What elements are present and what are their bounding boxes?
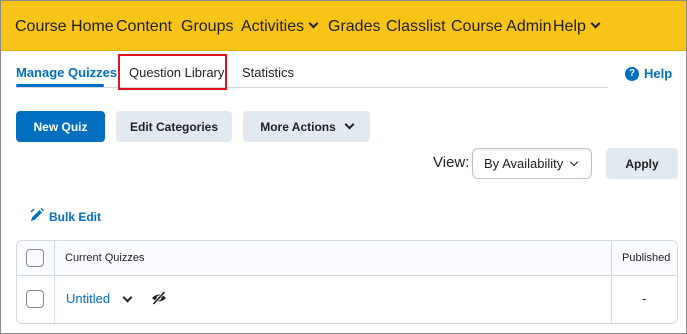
nav-groups[interactable]: Groups [181,17,233,37]
header-published: Published [622,252,671,264]
nav-grades[interactable]: Grades [328,17,380,37]
course-navbar: Course Home Content Groups Activities Gr… [1,1,686,51]
nav-activities-label: Activities [241,18,305,35]
published-status: - [642,291,647,306]
nav-help[interactable]: Help [553,17,601,37]
chevron-down-icon [590,18,601,29]
new-quiz-button[interactable]: New Quiz [16,111,105,142]
question-circle-icon: ? [625,66,639,81]
tab-statistics[interactable]: Statistics [242,65,294,80]
edit-categories-button[interactable]: Edit Categories [116,111,232,142]
tab-manage-quizzes[interactable]: Manage Quizzes [16,65,117,80]
column-divider [611,241,612,323]
nav-activities[interactable]: Activities [241,17,319,37]
row-checkbox[interactable] [26,290,44,308]
nav-classlist[interactable]: Classlist [386,17,446,37]
nav-help-label: Help [553,18,586,35]
chevron-down-icon [569,157,579,167]
question-library-highlight [118,54,227,90]
bulk-edit-label: Bulk Edit [49,209,102,224]
view-label: View: [433,154,470,171]
chevron-down-icon[interactable] [122,292,133,303]
quizzes-table: Current Quizzes Published Untitled - [16,240,678,324]
view-selected-value: By Availability [484,156,564,171]
help-label: Help [644,66,673,81]
apply-button[interactable]: Apply [606,148,678,179]
quiz-link-untitled[interactable]: Untitled [66,291,110,306]
more-actions-button[interactable]: More Actions [243,111,370,142]
tabs-divider [16,87,608,88]
select-all-checkbox[interactable] [26,249,44,267]
view-select[interactable]: By Availability [472,148,592,179]
chevron-down-icon [344,119,355,130]
nav-course-home[interactable]: Course Home [15,17,114,37]
pencil-icon [30,208,45,225]
header-current-quizzes: Current Quizzes [65,252,145,264]
nav-course-admin[interactable]: Course Admin [451,17,552,37]
eye-hidden-icon [151,290,167,310]
nav-content[interactable]: Content [116,17,172,37]
more-actions-label: More Actions [260,119,336,134]
bulk-edit-button[interactable]: Bulk Edit [30,208,101,225]
column-divider [54,241,55,323]
chevron-down-icon [308,18,319,29]
help-link[interactable]: ? Help [625,66,672,81]
